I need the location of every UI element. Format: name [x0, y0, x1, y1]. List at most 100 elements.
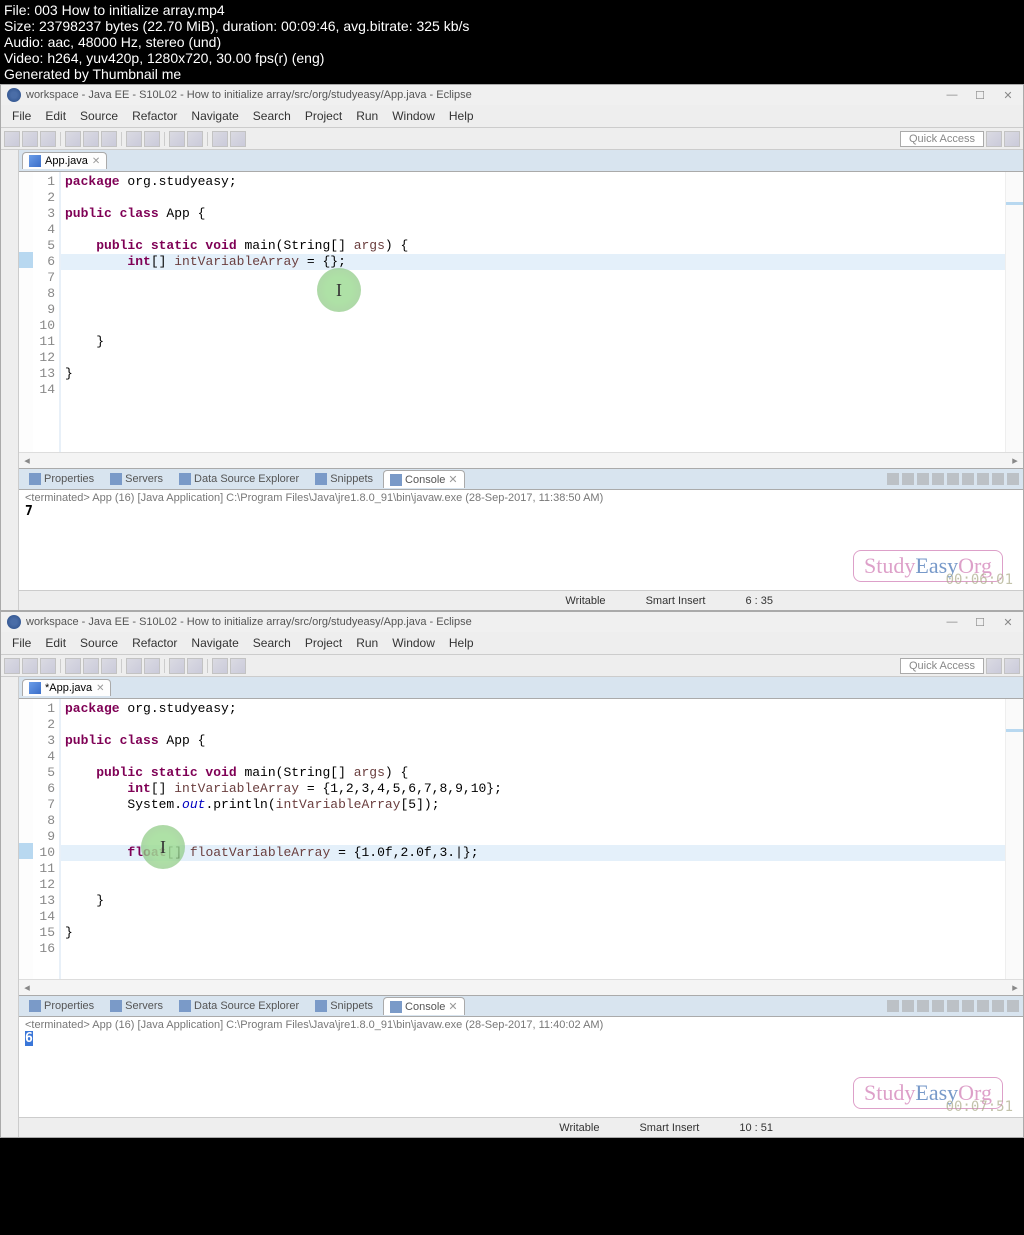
code-line[interactable] — [61, 222, 1005, 238]
menu-source[interactable]: Source — [73, 634, 125, 652]
menu-refactor[interactable]: Refactor — [125, 107, 184, 125]
code-line[interactable] — [61, 270, 1005, 286]
scroll-left-icon[interactable]: ◂ — [19, 454, 35, 467]
close-tab-icon[interactable]: ✕ — [448, 473, 457, 486]
code-editor[interactable]: 12345678910111213141516 package org.stud… — [19, 699, 1023, 979]
search-icon[interactable] — [169, 131, 185, 147]
console-view[interactable]: <terminated> App (16) [Java Application]… — [19, 490, 1023, 590]
debug-icon[interactable] — [65, 131, 81, 147]
save-icon[interactable] — [22, 131, 38, 147]
save-all-icon[interactable] — [40, 131, 56, 147]
menu-project[interactable]: Project — [298, 634, 349, 652]
maximize-button[interactable]: ☐ — [971, 89, 989, 102]
code-line[interactable]: public class App { — [61, 733, 1005, 749]
java-perspective-icon[interactable] — [1004, 658, 1020, 674]
code-line[interactable]: int[] intVariableArray = {1,2,3,4,5,6,7,… — [61, 781, 1005, 797]
menu-file[interactable]: File — [5, 634, 38, 652]
titlebar[interactable]: workspace - Java EE - S10L02 - How to in… — [1, 612, 1023, 632]
tab-snippets[interactable]: Snippets — [309, 998, 379, 1014]
menu-refactor[interactable]: Refactor — [125, 634, 184, 652]
maximize-button[interactable]: ☐ — [971, 616, 989, 629]
pin-console-icon[interactable] — [947, 473, 959, 485]
remove-all-icon[interactable] — [902, 1000, 914, 1012]
close-tab-icon[interactable]: ✕ — [96, 683, 104, 694]
code-line[interactable] — [61, 877, 1005, 893]
java-perspective-icon[interactable] — [1004, 131, 1020, 147]
scroll-lock-icon[interactable] — [932, 1000, 944, 1012]
pin-console-icon[interactable] — [947, 1000, 959, 1012]
remove-all-icon[interactable] — [902, 473, 914, 485]
close-button[interactable]: ✕ — [999, 616, 1017, 629]
tab-console[interactable]: Console✕ — [383, 997, 465, 1015]
code-line[interactable] — [61, 861, 1005, 877]
code-line[interactable] — [61, 813, 1005, 829]
code-line[interactable]: public static void main(String[] args) { — [61, 765, 1005, 781]
overview-ruler[interactable] — [1005, 172, 1023, 452]
minimize-view-icon[interactable] — [992, 1000, 1004, 1012]
editor-tab[interactable]: App.java ✕ — [22, 152, 107, 169]
horizontal-scrollbar[interactable]: ◂ ▸ — [19, 979, 1023, 995]
code-line[interactable] — [61, 717, 1005, 733]
save-all-icon[interactable] — [40, 658, 56, 674]
menu-help[interactable]: Help — [442, 107, 481, 125]
open-console-icon[interactable] — [977, 1000, 989, 1012]
code-line[interactable]: package org.studyeasy; — [61, 174, 1005, 190]
menu-navigate[interactable]: Navigate — [184, 107, 245, 125]
maximize-view-icon[interactable] — [1007, 1000, 1019, 1012]
new-icon[interactable] — [4, 131, 20, 147]
code-line[interactable]: } — [61, 925, 1005, 941]
code-line[interactable]: } — [61, 334, 1005, 350]
view-minimized-gutter[interactable] — [1, 150, 19, 610]
code-line[interactable]: } — [61, 366, 1005, 382]
tab-servers[interactable]: Servers — [104, 998, 169, 1014]
save-icon[interactable] — [22, 658, 38, 674]
perspective-icon[interactable] — [986, 131, 1002, 147]
forward-icon[interactable] — [230, 131, 246, 147]
minimize-button[interactable]: — — [943, 616, 961, 629]
code-line[interactable] — [61, 318, 1005, 334]
code-line[interactable] — [61, 909, 1005, 925]
scroll-right-icon[interactable]: ▸ — [1007, 981, 1023, 994]
quick-access[interactable]: Quick Access — [900, 658, 984, 674]
back-icon[interactable] — [212, 658, 228, 674]
code-line[interactable]: public static void main(String[] args) { — [61, 238, 1005, 254]
code-line[interactable]: int[] intVariableArray = {}; — [61, 254, 1005, 270]
menu-source[interactable]: Source — [73, 107, 125, 125]
code-editor[interactable]: 1234567891011121314 package org.studyeas… — [19, 172, 1023, 452]
menu-navigate[interactable]: Navigate — [184, 634, 245, 652]
menu-help[interactable]: Help — [442, 634, 481, 652]
tab-data-source-explorer[interactable]: Data Source Explorer — [173, 471, 305, 487]
scroll-right-icon[interactable]: ▸ — [1007, 454, 1023, 467]
new-package-icon[interactable] — [126, 131, 142, 147]
titlebar[interactable]: workspace - Java EE - S10L02 - How to in… — [1, 85, 1023, 105]
menu-edit[interactable]: Edit — [38, 107, 73, 125]
debug-icon[interactable] — [65, 658, 81, 674]
code-lines[interactable]: package org.studyeasy; public class App {… — [61, 699, 1005, 979]
code-line[interactable] — [61, 302, 1005, 318]
new-package-icon[interactable] — [126, 658, 142, 674]
display-console-icon[interactable] — [962, 473, 974, 485]
overview-ruler[interactable] — [1005, 699, 1023, 979]
menu-search[interactable]: Search — [246, 634, 298, 652]
code-line[interactable] — [61, 350, 1005, 366]
code-line[interactable]: } — [61, 893, 1005, 909]
scroll-lock-icon[interactable] — [932, 473, 944, 485]
minimize-button[interactable]: — — [943, 89, 961, 102]
code-line[interactable]: package org.studyeasy; — [61, 701, 1005, 717]
minimize-view-icon[interactable] — [992, 473, 1004, 485]
code-line[interactable] — [61, 749, 1005, 765]
search-icon[interactable] — [169, 658, 185, 674]
tab-properties[interactable]: Properties — [23, 471, 100, 487]
tab-servers[interactable]: Servers — [104, 471, 169, 487]
close-button[interactable]: ✕ — [999, 89, 1017, 102]
new-icon[interactable] — [4, 658, 20, 674]
new-class-icon[interactable] — [144, 131, 160, 147]
menu-window[interactable]: Window — [385, 634, 442, 652]
menu-edit[interactable]: Edit — [38, 634, 73, 652]
maximize-view-icon[interactable] — [1007, 473, 1019, 485]
perspective-icon[interactable] — [986, 658, 1002, 674]
run-icon[interactable] — [83, 658, 99, 674]
menu-run[interactable]: Run — [349, 634, 385, 652]
code-line[interactable] — [61, 941, 1005, 957]
horizontal-scrollbar[interactable]: ◂ ▸ — [19, 452, 1023, 468]
